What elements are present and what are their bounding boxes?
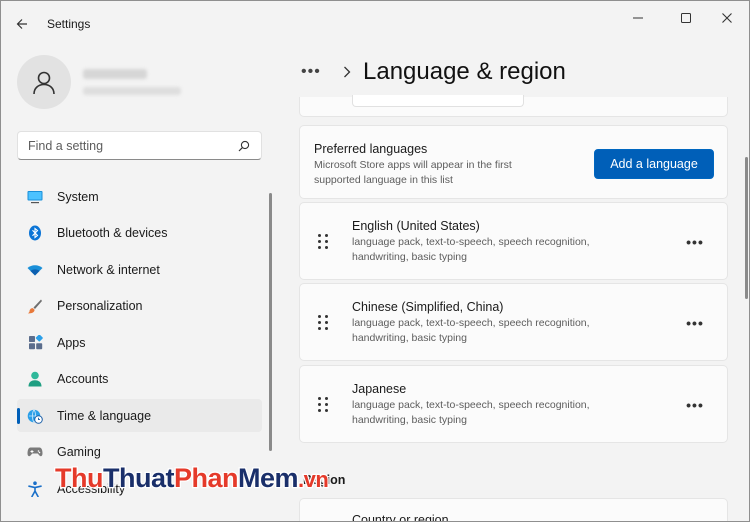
watermark-logo: ThuThuatPhanMem.vn — [54, 462, 330, 495]
language-item-chinese[interactable]: Chinese (Simplified, China) language pac… — [299, 283, 728, 361]
sidebar-item-system[interactable]: System — [17, 180, 262, 213]
minimize-icon — [633, 17, 643, 19]
wifi-icon — [27, 262, 43, 278]
sidebar-scrollbar[interactable] — [269, 193, 272, 451]
sidebar-item-time-language[interactable]: Time & language — [17, 399, 262, 432]
sidebar-item-bluetooth-devices[interactable]: Bluetooth & devices — [17, 217, 262, 250]
sidebar-item-label: Time & language — [57, 408, 152, 423]
settings-window: Settings System — [0, 0, 750, 522]
search-input[interactable] — [28, 138, 237, 153]
language-features: language pack, text-to-speech, speech re… — [352, 317, 590, 344]
drag-handle-icon[interactable] — [318, 234, 330, 250]
page-title: Language & region — [363, 58, 566, 85]
breadcrumb-more-button[interactable]: ••• — [301, 63, 329, 81]
sidebar-item-label: Apps — [57, 335, 86, 350]
close-button[interactable] — [707, 5, 747, 31]
chevron-right-icon — [343, 66, 351, 78]
preferred-languages-description: Microsoft Store apps will appear in the … — [314, 159, 512, 186]
sidebar-item-personalization[interactable]: Personalization — [17, 290, 262, 323]
minimize-button[interactable] — [618, 5, 658, 31]
language-item-japanese[interactable]: Japanese language pack, text-to-speech, … — [299, 365, 728, 443]
app-title: Settings — [47, 17, 91, 31]
maximize-button[interactable] — [666, 5, 706, 31]
system-icon — [27, 189, 43, 205]
drag-handle-icon[interactable] — [318, 315, 330, 331]
more-options-button[interactable]: ••• — [685, 396, 705, 414]
back-button[interactable] — [11, 13, 33, 35]
title-bar: Settings — [1, 1, 749, 47]
sidebar-item-apps[interactable]: Apps — [17, 326, 262, 359]
sidebar-item-label: System — [57, 189, 99, 204]
add-language-button[interactable]: Add a language — [594, 149, 714, 179]
language-name: Chinese (Simplified, China) — [352, 300, 504, 314]
profile-name-blurred — [83, 69, 147, 79]
content-scrollbar[interactable] — [745, 157, 748, 299]
sidebar-nav: System Bluetooth & devices Network & int… — [17, 180, 262, 509]
close-icon — [722, 13, 732, 23]
back-arrow-icon — [16, 19, 27, 29]
accounts-icon — [27, 371, 43, 387]
preferred-languages-title: Preferred languages — [314, 142, 428, 156]
sidebar-item-label: Bluetooth & devices — [57, 226, 168, 240]
sidebar-item-label: Personalization — [57, 299, 143, 313]
windows-display-language-select[interactable] — [352, 95, 524, 107]
accessibility-icon — [27, 480, 43, 497]
apps-icon — [27, 335, 43, 351]
user-icon — [33, 71, 55, 95]
language-settings-card-partial — [299, 95, 728, 117]
sidebar-item-label: Accounts — [57, 372, 109, 386]
language-features: language pack, text-to-speech, speech re… — [352, 236, 590, 263]
sidebar-item-network-internet[interactable]: Network & internet — [17, 253, 262, 286]
maximize-icon — [681, 13, 691, 23]
sidebar-item-label: Network & internet — [57, 262, 160, 277]
search-box[interactable] — [17, 131, 262, 160]
country-region-card[interactable]: Country or region — [299, 498, 728, 522]
sidebar-item-label: Gaming — [57, 445, 101, 459]
language-features: language pack, text-to-speech, speech re… — [352, 399, 590, 426]
breadcrumb: ••• Language & region — [301, 57, 566, 87]
sidebar-item-accounts[interactable]: Accounts — [17, 363, 262, 396]
language-name: Japanese — [352, 382, 407, 396]
gamepad-icon — [27, 444, 43, 460]
globe-clock-icon — [27, 408, 43, 424]
language-name: English (United States) — [352, 219, 480, 233]
language-item-english[interactable]: English (United States) language pack, t… — [299, 202, 728, 280]
profile-email-blurred — [83, 87, 181, 95]
preferred-languages-card: Preferred languages Microsoft Store apps… — [299, 125, 728, 199]
search-icon[interactable] — [237, 139, 251, 153]
avatar[interactable] — [17, 55, 71, 109]
drag-handle-icon[interactable] — [318, 397, 330, 413]
more-options-button[interactable]: ••• — [685, 233, 705, 251]
country-region-label: Country or region — [352, 513, 449, 522]
brush-icon — [27, 298, 43, 314]
bluetooth-icon — [27, 225, 43, 241]
more-options-button[interactable]: ••• — [685, 314, 705, 332]
